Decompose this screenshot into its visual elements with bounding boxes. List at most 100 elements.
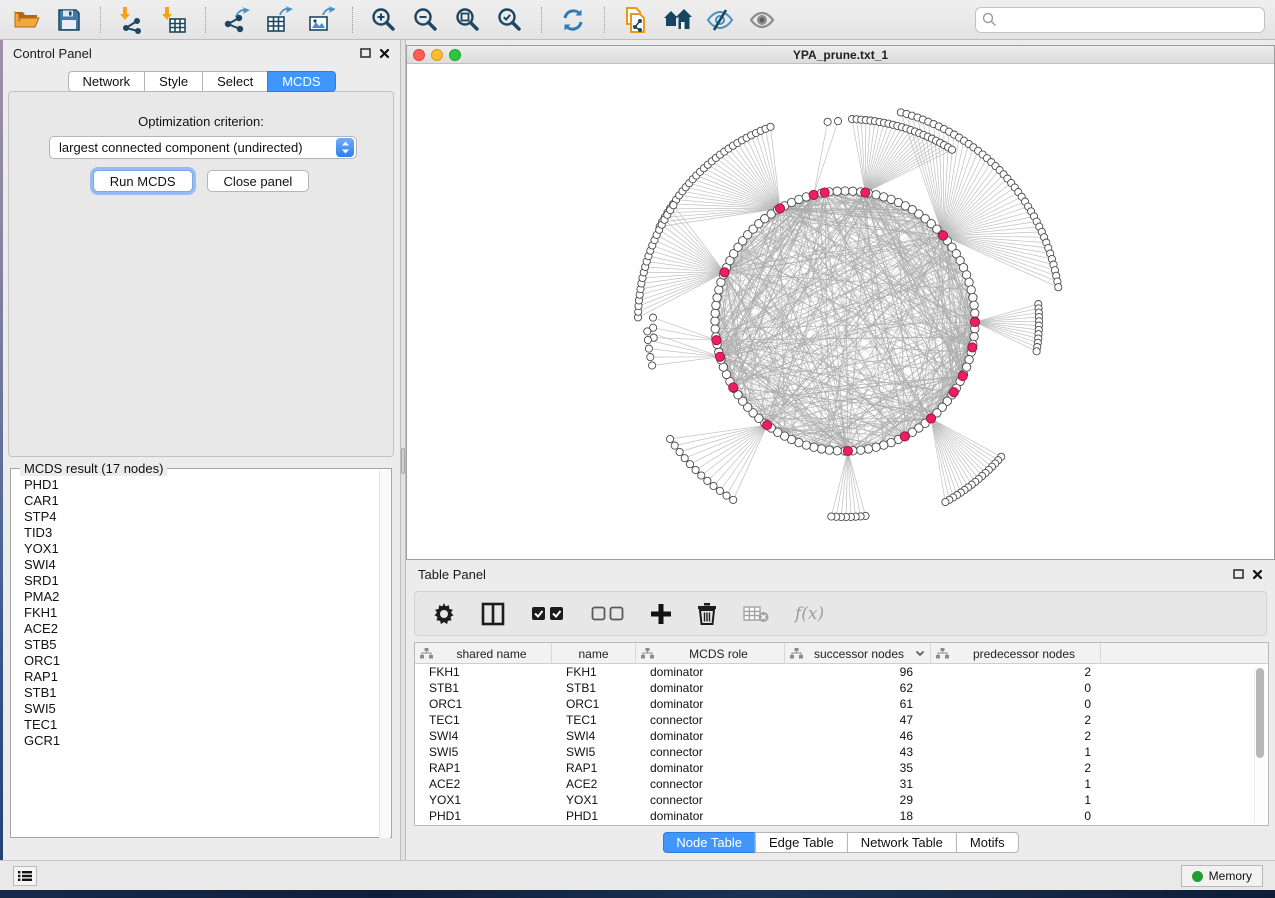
export-image-icon[interactable]	[304, 4, 338, 36]
table-cell[interactable]: FKH1	[415, 664, 552, 680]
table-cell[interactable]: 1	[931, 776, 1101, 792]
table-cell[interactable]: connector	[636, 744, 785, 760]
table-cell[interactable]: YOX1	[552, 792, 636, 808]
table-row[interactable]: ORC1ORC1dominator610	[415, 696, 1268, 712]
mcds-result-item[interactable]: SWI5	[12, 701, 380, 717]
table-cell[interactable]: 31	[785, 776, 931, 792]
table-cell[interactable]: PHD1	[415, 808, 552, 824]
close-panel-icon[interactable]	[379, 48, 390, 59]
close-panel-button[interactable]: Close panel	[207, 170, 310, 192]
table-cell[interactable]: 47	[785, 712, 931, 728]
table-cell[interactable]: RAP1	[415, 760, 552, 776]
table-cell[interactable]: 2	[931, 728, 1101, 744]
table-cell[interactable]: 0	[931, 680, 1101, 696]
export-table-icon[interactable]	[262, 4, 296, 36]
import-table-icon[interactable]	[157, 4, 191, 36]
mcds-result-scrollbar[interactable]	[379, 470, 390, 838]
tab-network[interactable]: Network	[67, 71, 144, 92]
float-panel-icon[interactable]	[360, 48, 371, 58]
table-cell[interactable]: 2	[931, 712, 1101, 728]
table-cell[interactable]: 29	[785, 792, 931, 808]
table-cell[interactable]: dominator	[636, 728, 785, 744]
home-icon[interactable]	[661, 4, 695, 36]
table-cell[interactable]: SWI4	[415, 728, 552, 744]
tab-motifs[interactable]: Motifs	[956, 832, 1019, 853]
table-cell[interactable]: TEC1	[552, 712, 636, 728]
save-icon[interactable]	[52, 4, 86, 36]
table-cell[interactable]: ACE2	[415, 776, 552, 792]
mcds-result-item[interactable]: SWI4	[12, 557, 380, 573]
table-cell[interactable]: 1	[931, 744, 1101, 760]
table-scrollbar[interactable]	[1254, 668, 1265, 823]
column-header-predecessor-nodes[interactable]: predecessor nodes	[931, 643, 1101, 664]
mcds-result-item[interactable]: STB5	[12, 637, 380, 653]
table-cell[interactable]: FKH1	[552, 664, 636, 680]
table-cell[interactable]: ORC1	[552, 696, 636, 712]
table-cell[interactable]: 35	[785, 760, 931, 776]
mcds-result-item[interactable]: ACE2	[12, 621, 380, 637]
table-cell[interactable]: SWI5	[552, 744, 636, 760]
tab-select[interactable]: Select	[202, 71, 267, 92]
column-header-shared-name[interactable]: shared name	[415, 643, 552, 664]
deselect-all-icon[interactable]	[591, 606, 625, 621]
clone-network-icon[interactable]	[619, 4, 653, 36]
table-cell[interactable]: SWI5	[415, 744, 552, 760]
table-row[interactable]: SWI4SWI4dominator462	[415, 728, 1268, 744]
mcds-result-item[interactable]: ORC1	[12, 653, 380, 669]
optimization-criterion-select[interactable]: largest connected component (undirected)	[49, 136, 357, 159]
table-row[interactable]: PHD1PHD1dominator180	[415, 808, 1268, 824]
column-header-name[interactable]: name	[552, 643, 636, 664]
table-cell[interactable]: 0	[931, 808, 1101, 824]
table-cell[interactable]: 1	[931, 792, 1101, 808]
mcds-result-item[interactable]: STB1	[12, 685, 380, 701]
table-cell[interactable]: connector	[636, 792, 785, 808]
tab-network-table[interactable]: Network Table	[847, 832, 956, 853]
refresh-icon[interactable]	[556, 4, 590, 36]
table-row[interactable]: RAP1RAP1dominator352	[415, 760, 1268, 776]
show-all-eye-icon[interactable]	[745, 4, 779, 36]
table-cell[interactable]: 61	[785, 696, 931, 712]
mcds-result-item[interactable]: TEC1	[12, 717, 380, 733]
hide-selected-eye-slash-icon[interactable]	[703, 4, 737, 36]
show-columns-icon[interactable]	[481, 602, 505, 626]
memory-button[interactable]: Memory	[1181, 865, 1263, 887]
table-cell[interactable]: connector	[636, 712, 785, 728]
table-cell[interactable]: 62	[785, 680, 931, 696]
table-cell[interactable]: ORC1	[415, 696, 552, 712]
zoom-out-icon[interactable]	[409, 4, 443, 36]
table-cell[interactable]: STB1	[415, 680, 552, 696]
close-panel-icon[interactable]	[1252, 569, 1263, 580]
table-cell[interactable]: YOX1	[415, 792, 552, 808]
table-cell[interactable]: connector	[636, 776, 785, 792]
mcds-result-item[interactable]: FKH1	[12, 605, 380, 621]
delete-column-trash-icon[interactable]	[697, 602, 717, 625]
table-cell[interactable]: 2	[931, 664, 1101, 680]
mcds-result-item[interactable]: TID3	[12, 525, 380, 541]
tab-style[interactable]: Style	[144, 71, 202, 92]
tab-node-table[interactable]: Node Table	[662, 832, 755, 853]
run-mcds-button[interactable]: Run MCDS	[93, 170, 193, 192]
zoom-selected-icon[interactable]	[493, 4, 527, 36]
table-row[interactable]: TEC1TEC1connector472	[415, 712, 1268, 728]
table-cell[interactable]: 46	[785, 728, 931, 744]
network-window-titlebar[interactable]: YPA_prune.txt_1	[407, 46, 1274, 64]
table-cell[interactable]: dominator	[636, 696, 785, 712]
table-cell[interactable]: 2	[931, 760, 1101, 776]
table-cell[interactable]: 0	[931, 696, 1101, 712]
mcds-result-item[interactable]: GCR1	[12, 733, 380, 749]
table-cell[interactable]: dominator	[636, 808, 785, 824]
table-cell[interactable]: dominator	[636, 760, 785, 776]
mcds-result-item[interactable]: YOX1	[12, 541, 380, 557]
table-cell[interactable]: SWI4	[552, 728, 636, 744]
search-input[interactable]	[1001, 13, 1258, 27]
table-cell[interactable]: dominator	[636, 664, 785, 680]
table-cell[interactable]: dominator	[636, 680, 785, 696]
table-cell[interactable]: 43	[785, 744, 931, 760]
float-panel-icon[interactable]	[1233, 569, 1244, 579]
column-header-mcds-role[interactable]: MCDS role	[636, 643, 785, 664]
table-row[interactable]: SWI5SWI5connector431	[415, 744, 1268, 760]
table-cell[interactable]: TEC1	[415, 712, 552, 728]
open-folder-icon[interactable]	[10, 4, 44, 36]
add-column-icon[interactable]	[651, 604, 671, 624]
table-row[interactable]: ACE2ACE2connector311	[415, 776, 1268, 792]
